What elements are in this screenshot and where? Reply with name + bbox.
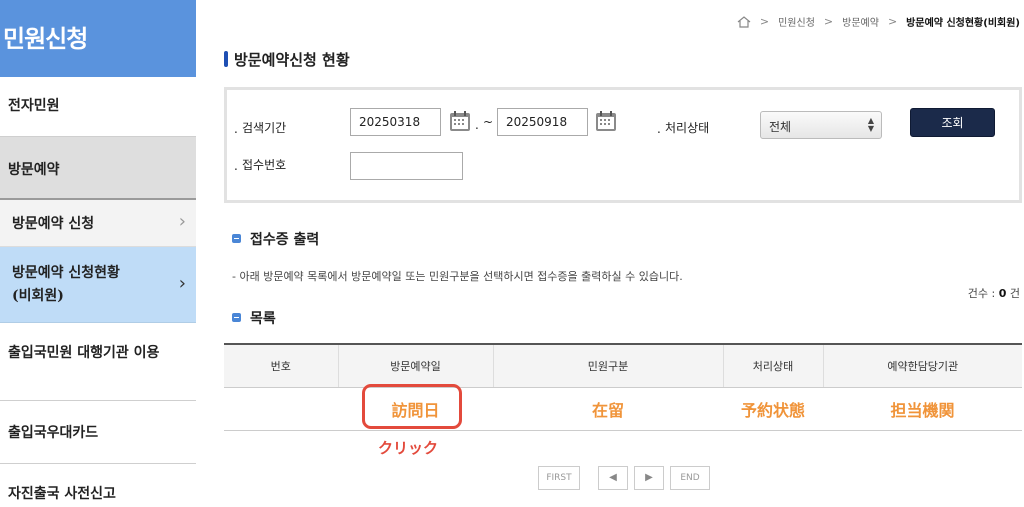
calendar-icon[interactable] xyxy=(595,110,617,132)
end-page-button[interactable]: END xyxy=(670,466,710,490)
breadcrumb-current: 방문예약 신청현황(비회원) xyxy=(906,18,1020,29)
prev-page-button[interactable]: ◀ xyxy=(598,466,628,490)
count-label: 건수 : xyxy=(967,287,999,300)
page-title: 방문예약신청 현황 xyxy=(224,49,350,70)
sidebar-item-label-sub: (비회원) xyxy=(12,288,64,304)
section-bullet-icon xyxy=(232,234,241,243)
home-icon[interactable] xyxy=(737,15,751,28)
reservation-table: 번호 방문예약일 민원구분 처리상태 예약한담당기관 訪問日 在留 予約状態 担… xyxy=(224,343,1022,431)
print-section-title-text: 접수증 출력 xyxy=(250,232,320,248)
sidebar-item-label: 방문예약 신청 xyxy=(12,216,95,232)
breadcrumb-separator: > xyxy=(759,15,770,28)
sidebar-item-priority-card[interactable]: 출입국우대카드 xyxy=(0,401,196,464)
status-select-value: 전체 xyxy=(769,120,792,134)
sidebar-item-label: 방문예약 신청현황 xyxy=(12,265,120,281)
list-section-title-text: 목록 xyxy=(250,311,276,327)
column-header: 민원구분 xyxy=(492,343,723,388)
cell-number xyxy=(224,387,338,431)
sidebar-title: 민원신청 xyxy=(0,0,196,77)
chevron-right-icon: › xyxy=(178,211,186,232)
column-header: 예약한담당기관 xyxy=(822,343,1022,388)
click-annotation: クリック xyxy=(378,439,439,457)
table-header-row: 번호 방문예약일 민원구분 처리상태 예약한담당기관 xyxy=(224,343,1022,388)
breadcrumb: > 민원신청 > 방문예약 > 방문예약 신청현황(비회원) xyxy=(737,14,1020,29)
sidebar-item-label: 방문예약 xyxy=(8,162,60,178)
cell-civil-type[interactable]: 在留 xyxy=(493,387,723,431)
breadcrumb-item[interactable]: 방문예약 xyxy=(842,14,879,29)
sidebar-item-label: 전자민원 xyxy=(8,98,60,114)
print-section-title: 접수증 출력 xyxy=(232,229,319,249)
first-page-button[interactable]: FIRST xyxy=(538,466,580,490)
column-header: 처리상태 xyxy=(722,343,823,388)
select-arrows-icon: ▲ ▼ xyxy=(867,116,874,133)
breadcrumb-separator: > xyxy=(823,15,834,28)
print-notice: - 아래 방문예약 목록에서 방문예약일 또는 민원구분을 선택하시면 접수증을… xyxy=(232,270,683,283)
calendar-icon[interactable] xyxy=(449,110,471,132)
section-bullet-icon xyxy=(232,313,241,322)
breadcrumb-item[interactable]: 민원신청 xyxy=(778,14,815,29)
sidebar-subitem-visit-apply[interactable]: 방문예약 신청 › xyxy=(0,200,196,247)
column-header: 번호 xyxy=(224,343,338,388)
search-period-label: 검색기간 xyxy=(234,119,286,136)
search-panel: 검색기간 20250318 ~ 20250918 처리상태 전체 ▲▼ 조회 접… xyxy=(224,87,1022,203)
date-to-input[interactable]: 20250918 xyxy=(497,108,588,136)
table-row[interactable]: 訪問日 在留 予約状態 担当機関 xyxy=(224,387,1022,431)
cell-status: 予約状態 xyxy=(723,387,823,431)
sidebar: 민원신청 전자민원 방문예약 방문예약 신청 › 방문예약 신청현황 (비회원)… xyxy=(0,0,196,507)
sidebar-item-e-civil[interactable]: 전자민원 xyxy=(0,77,196,137)
status-label: 처리상태 xyxy=(657,119,709,136)
date-range-tilde: ~ xyxy=(475,115,493,132)
click-highlight-box xyxy=(362,384,462,429)
column-header: 방문예약일 xyxy=(337,343,493,388)
receipt-number-label: 접수번호 xyxy=(234,156,286,173)
search-button[interactable]: 조회 xyxy=(910,108,995,137)
next-page-button[interactable]: ▶ xyxy=(634,466,664,490)
list-section-title: 목록 xyxy=(232,308,276,328)
sidebar-item-label: 출입국민원 대행기관 이용 xyxy=(8,345,160,361)
chevron-right-icon: › xyxy=(178,273,186,294)
sidebar-item-agency[interactable]: 출입국민원 대행기관 이용 xyxy=(0,323,196,401)
sidebar-item-label: 출입국우대카드 xyxy=(8,425,99,441)
breadcrumb-separator: > xyxy=(887,15,898,28)
result-count: 건수 : 0 건 xyxy=(968,285,1020,301)
pagination: FIRST ◀ ▶ END xyxy=(538,466,722,490)
sidebar-item-label: 자진출국 사전신고 xyxy=(8,486,116,502)
status-select[interactable]: 전체 ▲ ▼ xyxy=(760,111,882,139)
sidebar-item-visit-reservation[interactable]: 방문예약 xyxy=(0,137,196,200)
cell-agency: 担当機関 xyxy=(823,387,1022,431)
sidebar-subitem-visit-status[interactable]: 방문예약 신청현황 (비회원) › xyxy=(0,247,196,323)
date-from-input[interactable]: 20250318 xyxy=(350,108,441,136)
sidebar-item-voluntary-departure[interactable]: 자진출국 사전신고 xyxy=(0,464,196,507)
count-unit: 건 xyxy=(1006,287,1020,300)
receipt-number-input[interactable] xyxy=(350,152,463,180)
